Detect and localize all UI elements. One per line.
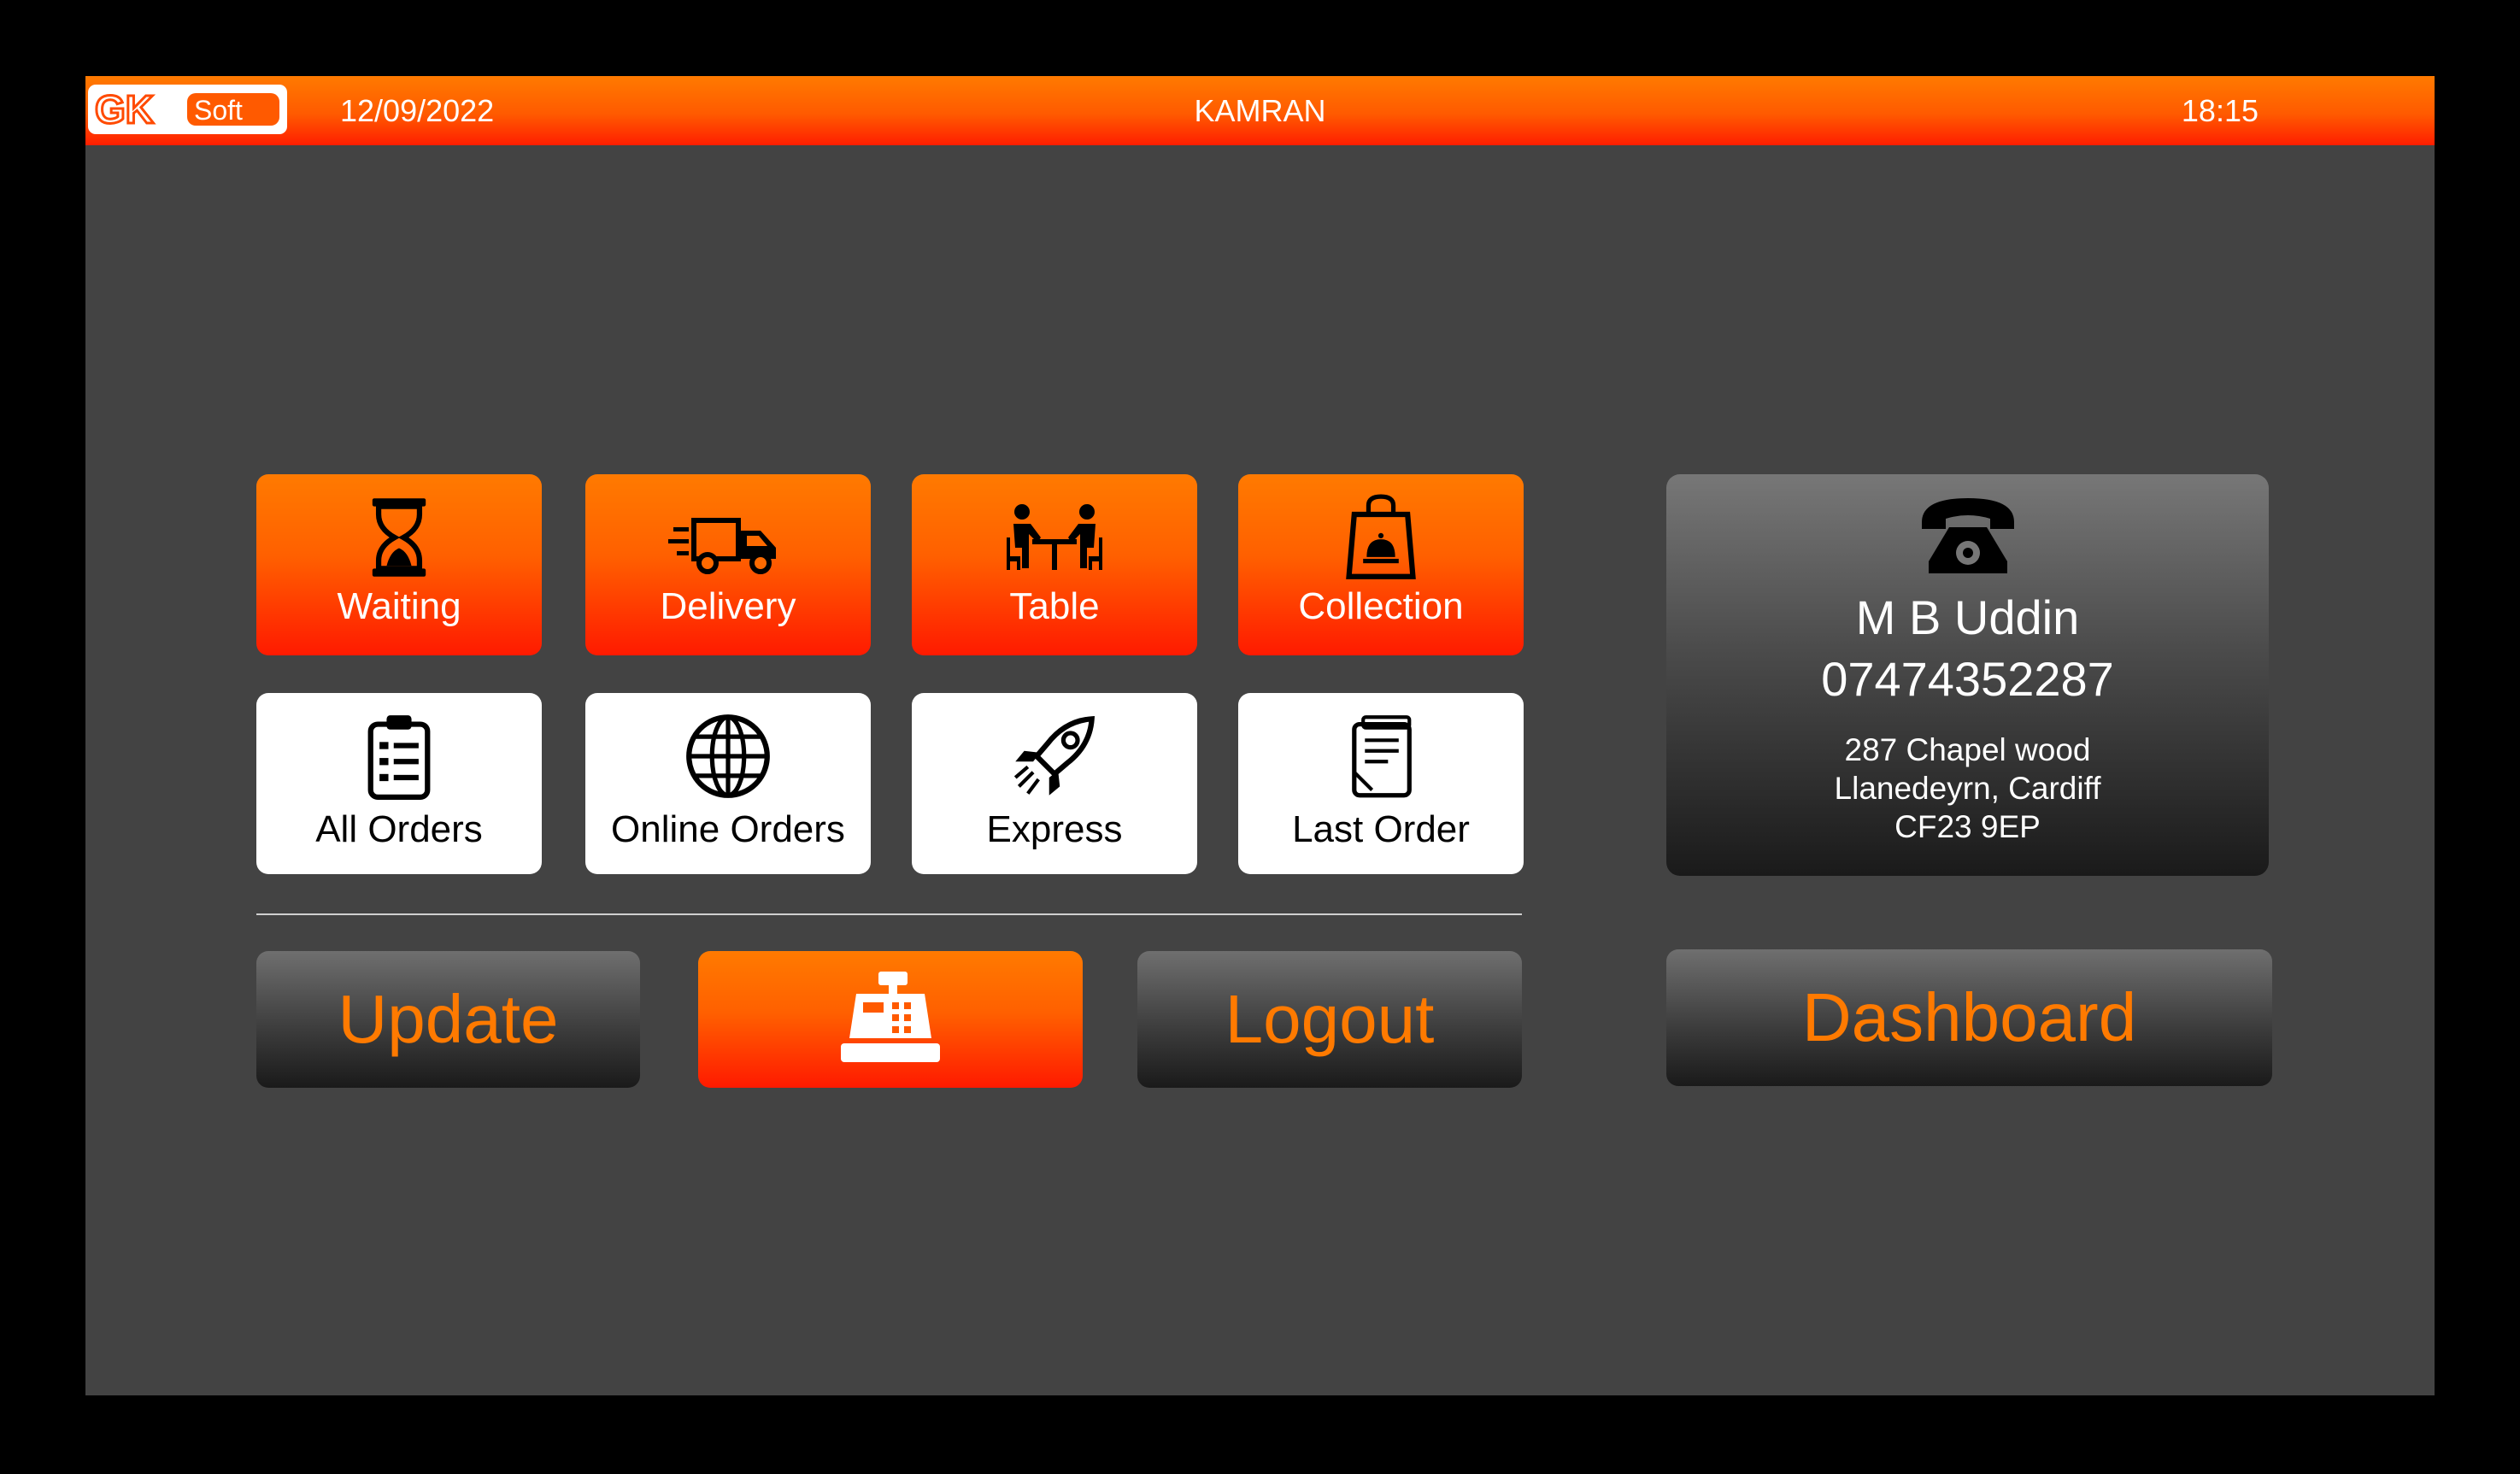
table-button[interactable]: Table xyxy=(912,474,1197,655)
address-line-2: Llanedeyrn, Cardiff xyxy=(1834,771,2101,806)
delivery-button[interactable]: Delivery xyxy=(585,474,871,655)
delivery-label: Delivery xyxy=(660,585,796,627)
header-time: 18:15 xyxy=(2181,93,2259,128)
collection-label: Collection xyxy=(1298,585,1464,627)
express-label: Express xyxy=(986,808,1123,850)
globe-icon xyxy=(585,712,871,801)
receipt-icon xyxy=(1238,712,1524,801)
divider-line xyxy=(256,913,1522,915)
customer-address: 287 Chapel wood Llanedeyrn, Cardiff CF23… xyxy=(1666,731,2269,846)
till-button[interactable] xyxy=(698,951,1083,1088)
all-orders-label: All Orders xyxy=(315,808,483,850)
dashboard-label: Dashboard xyxy=(1801,979,2137,1055)
express-button[interactable]: Express xyxy=(912,693,1197,874)
waiting-button[interactable]: Waiting xyxy=(256,474,542,655)
dining-table-icon xyxy=(912,493,1197,582)
online-orders-label: Online Orders xyxy=(611,808,845,850)
clipboard-list-icon xyxy=(256,712,542,801)
main-screen: GK Soft 12/09/2022 KAMRAN 18:15 Waiting xyxy=(85,76,2435,1395)
table-label: Table xyxy=(1009,585,1100,627)
shopping-bag-icon xyxy=(1238,493,1524,582)
online-orders-button[interactable]: Online Orders xyxy=(585,693,871,874)
logout-label: Logout xyxy=(1225,981,1435,1057)
telephone-icon xyxy=(1666,493,2269,578)
top-bar: GK Soft 12/09/2022 KAMRAN 18:15 xyxy=(85,76,2435,145)
collection-button[interactable]: Collection xyxy=(1238,474,1524,655)
customer-card: M B Uddin 07474352287 287 Chapel wood Ll… xyxy=(1666,474,2269,876)
hourglass-icon xyxy=(256,493,542,582)
rocket-icon xyxy=(912,712,1197,801)
update-button[interactable]: Update xyxy=(256,951,640,1088)
logout-button[interactable]: Logout xyxy=(1137,951,1522,1088)
all-orders-button[interactable]: All Orders xyxy=(256,693,542,874)
update-label: Update xyxy=(338,981,559,1057)
header-user: KAMRAN xyxy=(1194,93,1326,128)
dashboard-button[interactable]: Dashboard xyxy=(1666,949,2272,1086)
last-order-button[interactable]: Last Order xyxy=(1238,693,1524,874)
waiting-label: Waiting xyxy=(337,585,461,627)
customer-phone: 07474352287 xyxy=(1821,652,2114,706)
delivery-truck-icon xyxy=(585,493,871,582)
customer-name: M B Uddin xyxy=(1855,590,2080,644)
last-order-label: Last Order xyxy=(1292,808,1470,850)
address-line-1: 287 Chapel wood xyxy=(1844,732,2091,767)
cash-register-icon xyxy=(837,970,943,1070)
address-line-3: CF23 9EP xyxy=(1894,809,2041,844)
